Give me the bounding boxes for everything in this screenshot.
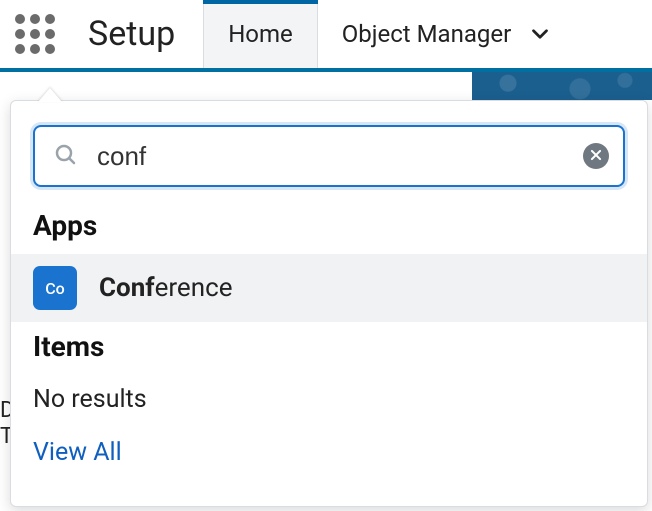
app-result-label: Conference xyxy=(99,273,232,303)
search-input[interactable] xyxy=(33,125,625,187)
popover-nubbin xyxy=(38,88,62,102)
search-field-wrap xyxy=(33,125,625,187)
waffle-icon xyxy=(15,14,55,54)
app-result-conference[interactable]: Co Conference xyxy=(11,254,647,322)
section-heading-apps: Apps xyxy=(11,201,647,254)
chevron-down-icon xyxy=(527,21,553,47)
close-icon xyxy=(589,148,603,165)
app-launcher-button[interactable] xyxy=(0,0,70,68)
rest-text: erence xyxy=(155,273,233,303)
clear-search-button[interactable] xyxy=(583,143,609,169)
page-title: Setup xyxy=(70,0,203,68)
view-all-link[interactable]: View All xyxy=(11,420,144,477)
items-no-results: No results xyxy=(11,375,647,420)
tab-object-manager[interactable]: Object Manager xyxy=(318,0,521,68)
app-tile-icon: Co xyxy=(33,266,77,310)
tab-label: Home xyxy=(228,20,293,48)
search-icon xyxy=(53,142,77,170)
tab-object-manager-menu[interactable] xyxy=(521,0,563,68)
app-launcher-popover: Apps Co Conference Items No results View… xyxy=(10,100,648,507)
context-bar xyxy=(0,72,652,100)
tab-label: Object Manager xyxy=(342,20,511,48)
match-text: Conf xyxy=(99,273,155,303)
header-pattern xyxy=(472,72,652,100)
tab-home[interactable]: Home xyxy=(203,0,318,68)
section-heading-items: Items xyxy=(11,322,647,375)
global-header: Setup Home Object Manager xyxy=(0,0,652,72)
